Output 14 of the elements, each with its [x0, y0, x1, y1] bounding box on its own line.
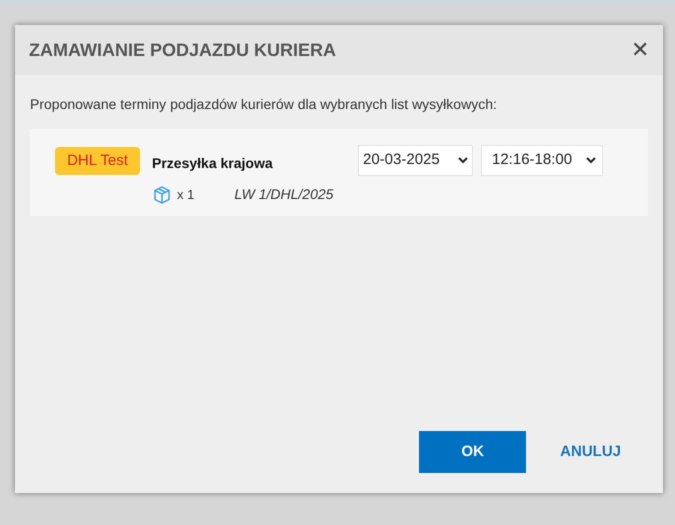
dialog-title: ZAMAWIANIE PODJAZDU KURIERA — [29, 38, 336, 62]
carrier-badge: DHL Test — [55, 147, 140, 175]
shipment-list-number: LW 1/DHL/2025 — [234, 185, 334, 204]
date-dropdown[interactable]: 20-03-2025 — [358, 145, 473, 176]
chevron-down-icon — [458, 157, 468, 164]
cancel-link[interactable]: ANULUJ — [560, 440, 621, 464]
intro-text: Proponowane terminy podjazdów kurierów dla wybranych list wysyłkowych: — [29, 95, 498, 114]
package-count: x 1 — [177, 186, 194, 204]
package-icon — [152, 184, 172, 204]
service-name: Przesyłka krajowa — [152, 154, 274, 173]
chevron-down-icon — [586, 157, 596, 164]
ok-button[interactable]: OK — [419, 431, 526, 473]
time-dropdown[interactable]: 12:16-18:00 — [481, 145, 603, 176]
close-button[interactable]: ✕ — [631, 39, 649, 61]
